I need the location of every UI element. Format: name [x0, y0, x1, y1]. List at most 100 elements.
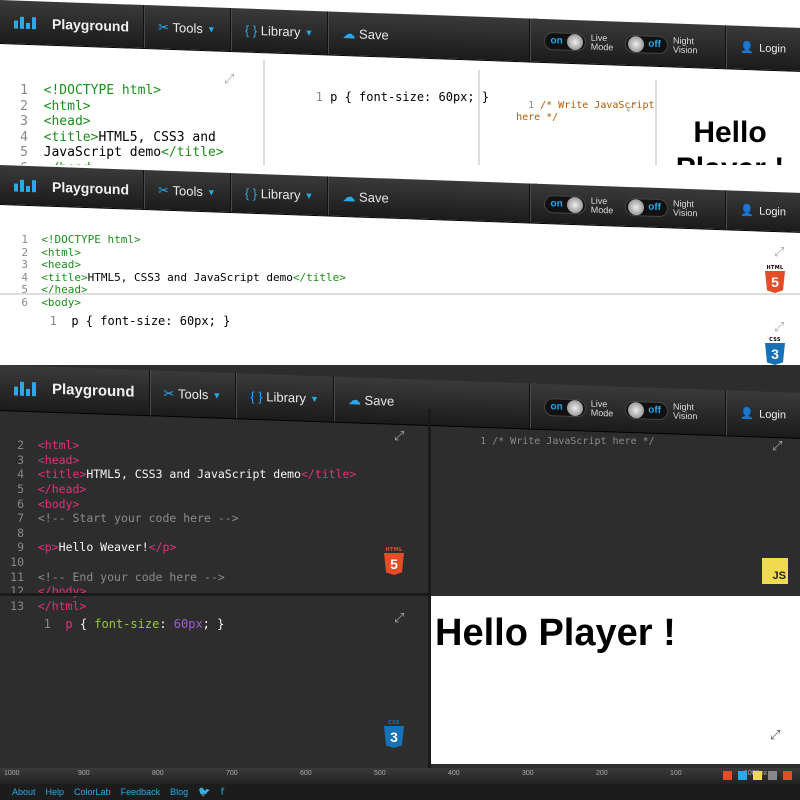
code-text: <!DOCTYPE html>	[43, 83, 162, 98]
code-text: </head>	[37, 481, 87, 496]
night-vision-label: Night Vision	[673, 35, 698, 55]
expand-icon[interactable]: ⤢	[394, 429, 404, 444]
code-text: <!-- End your code here -->	[37, 569, 225, 584]
screenshot-panel-light-top: Playground ✂ Tools ▼ { } Library ▼ ☁ Save …	[0, 0, 800, 175]
expand-icon[interactable]: ⤢	[224, 72, 234, 87]
css-editor-dark[interactable]: 1 p { font-size: 60px; }	[0, 603, 225, 645]
night-vision-toggle[interactable]: off	[625, 197, 669, 217]
footer-link-help[interactable]: Help	[46, 787, 65, 797]
braces-icon: { }	[250, 388, 263, 405]
code-text: <title>HTML5, CSS3 and	[43, 129, 216, 145]
login-button[interactable]: 👤 Login	[725, 190, 800, 232]
night-vision-label: Night Vision	[673, 198, 698, 218]
layout-switcher[interactable]	[723, 771, 792, 780]
line-number: 3	[20, 114, 28, 129]
js-badge: JS	[762, 558, 788, 584]
braces-icon: { }	[244, 185, 258, 201]
code-text: <body>	[37, 496, 80, 511]
live-mode-toggle[interactable]: on	[543, 194, 586, 214]
code-text: <html>	[43, 98, 91, 114]
app-title: Playground	[52, 380, 135, 401]
code-text: JavaScript demo</title>	[43, 145, 224, 160]
screenshot-panel-light-middle: Playground ✂ Tools ▼ { } Library ▼ ☁ Save …	[0, 165, 800, 385]
live-mode-toggle[interactable]: on	[543, 397, 586, 417]
night-vision-label: Night Vision	[673, 401, 698, 421]
night-vision-toggle[interactable]: off	[625, 34, 669, 54]
line-number: 4	[17, 467, 24, 482]
save-button[interactable]: ☁ Save	[327, 11, 403, 58]
code-text: <html>	[37, 438, 80, 453]
tools-menu[interactable]: ✂ Tools ▼	[143, 169, 230, 213]
save-label: Save	[359, 26, 389, 43]
expand-icon[interactable]: ⤢	[772, 439, 782, 454]
js-editor-dark[interactable]: 1 /* Write JavaScript here */	[446, 425, 655, 458]
ruler-tick-label: 100	[670, 770, 682, 777]
line-number: 1	[20, 83, 28, 98]
code-text: </body>	[37, 584, 87, 599]
library-label: Library	[260, 23, 301, 40]
code-text: <head>	[43, 114, 91, 129]
code-text: <p>Hello Weaver!</p>	[37, 540, 177, 555]
code-text: <title>HTML5, CSS3 and JavaScript demo</…	[37, 467, 357, 482]
live-mode-label: Live Mode	[590, 32, 614, 52]
expand-icon[interactable]: ⤢	[774, 320, 784, 335]
code-line: 3 <head>	[0, 114, 262, 130]
line-number: 3	[17, 452, 24, 467]
line-number: 5	[17, 481, 24, 496]
login-button[interactable]: 👤 Login	[725, 390, 800, 438]
html-editor-top[interactable]: 1 <!DOCTYPE html> 2 <html> 3 <head> 4 <titl…	[0, 52, 262, 175]
ruler-tick-label: 700	[226, 770, 238, 777]
night-vision-toggle[interactable]: off	[625, 400, 669, 420]
css-editor-middle[interactable]: 1 p { font-size: 60px; }	[0, 300, 231, 342]
tools-label: Tools	[172, 20, 203, 37]
twitter-icon[interactable]: 🐦	[198, 787, 210, 798]
user-icon: 👤	[740, 41, 755, 55]
live-mode-toggle[interactable]: on	[543, 31, 586, 51]
code-text: <!-- Start your code here -->	[37, 511, 239, 526]
ruler-tick-label: 900	[78, 770, 90, 777]
expand-icon[interactable]: ⤢	[770, 728, 780, 743]
user-icon: 👤	[740, 407, 755, 421]
live-mode-label: Live Mode	[590, 195, 614, 215]
footer-link-feedback[interactable]: Feedback	[121, 787, 161, 797]
expand-icon[interactable]: ⤢	[394, 611, 404, 626]
user-icon: 👤	[740, 204, 755, 218]
cloud-save-icon: ☁	[342, 188, 356, 204]
ruler-tick-label: 600	[300, 770, 312, 777]
expand-icon[interactable]: ⤢	[626, 100, 636, 115]
code-text: <!DOCTYPE html>	[41, 233, 141, 246]
footer-link-blog[interactable]: Blog	[170, 787, 188, 797]
ruler-tick-label: 400	[448, 770, 460, 777]
ruler-tick-label: 800	[152, 770, 164, 777]
tools-icon: ✂	[158, 182, 169, 198]
css3-badge: CSS 3	[384, 720, 404, 748]
app-title: Playground	[52, 178, 130, 198]
app-logo: Playground	[0, 0, 143, 48]
code-line: 1 <!DOCTYPE html>	[0, 83, 262, 99]
footer: About Help ColorLab Feedback Blog 🐦 f	[0, 784, 800, 800]
html5-badge: HTML 5	[384, 547, 404, 575]
live-mode-label: Live Mode	[590, 398, 614, 418]
line-number: 2	[20, 98, 28, 114]
line-number: 9	[17, 540, 24, 555]
login-button[interactable]: 👤 Login	[725, 25, 800, 71]
css-editor-top[interactable]: 1 p { font-size: 60px; }	[280, 76, 489, 118]
width-ruler: 10009008007006005004003002001001009px	[0, 768, 800, 784]
code-line: 10	[0, 555, 428, 570]
code-line: 2 <html>	[0, 438, 428, 453]
facebook-icon[interactable]: f	[221, 787, 225, 798]
mode-toggles: on Live Mode off Night Vision	[528, 18, 714, 68]
line-number: 4	[20, 129, 28, 145]
expand-icon[interactable]: ⤢	[774, 245, 784, 260]
footer-link-colorlab[interactable]: ColorLab	[74, 787, 111, 797]
line-number: 1	[21, 233, 28, 246]
tools-menu[interactable]: ✂ Tools ▼	[143, 4, 230, 52]
code-line: 5 </head>	[0, 482, 428, 497]
footer-link-about[interactable]: About	[12, 787, 36, 797]
library-menu[interactable]: { } Library ▼	[229, 8, 328, 55]
ruler-tick-label: 500	[374, 770, 386, 777]
ruler-tick-label: 300	[522, 770, 534, 777]
line-number: 7	[17, 511, 24, 526]
code-line: 7 <!-- Start your code here -->	[0, 511, 428, 526]
cloud-save-icon: ☁	[347, 391, 361, 408]
